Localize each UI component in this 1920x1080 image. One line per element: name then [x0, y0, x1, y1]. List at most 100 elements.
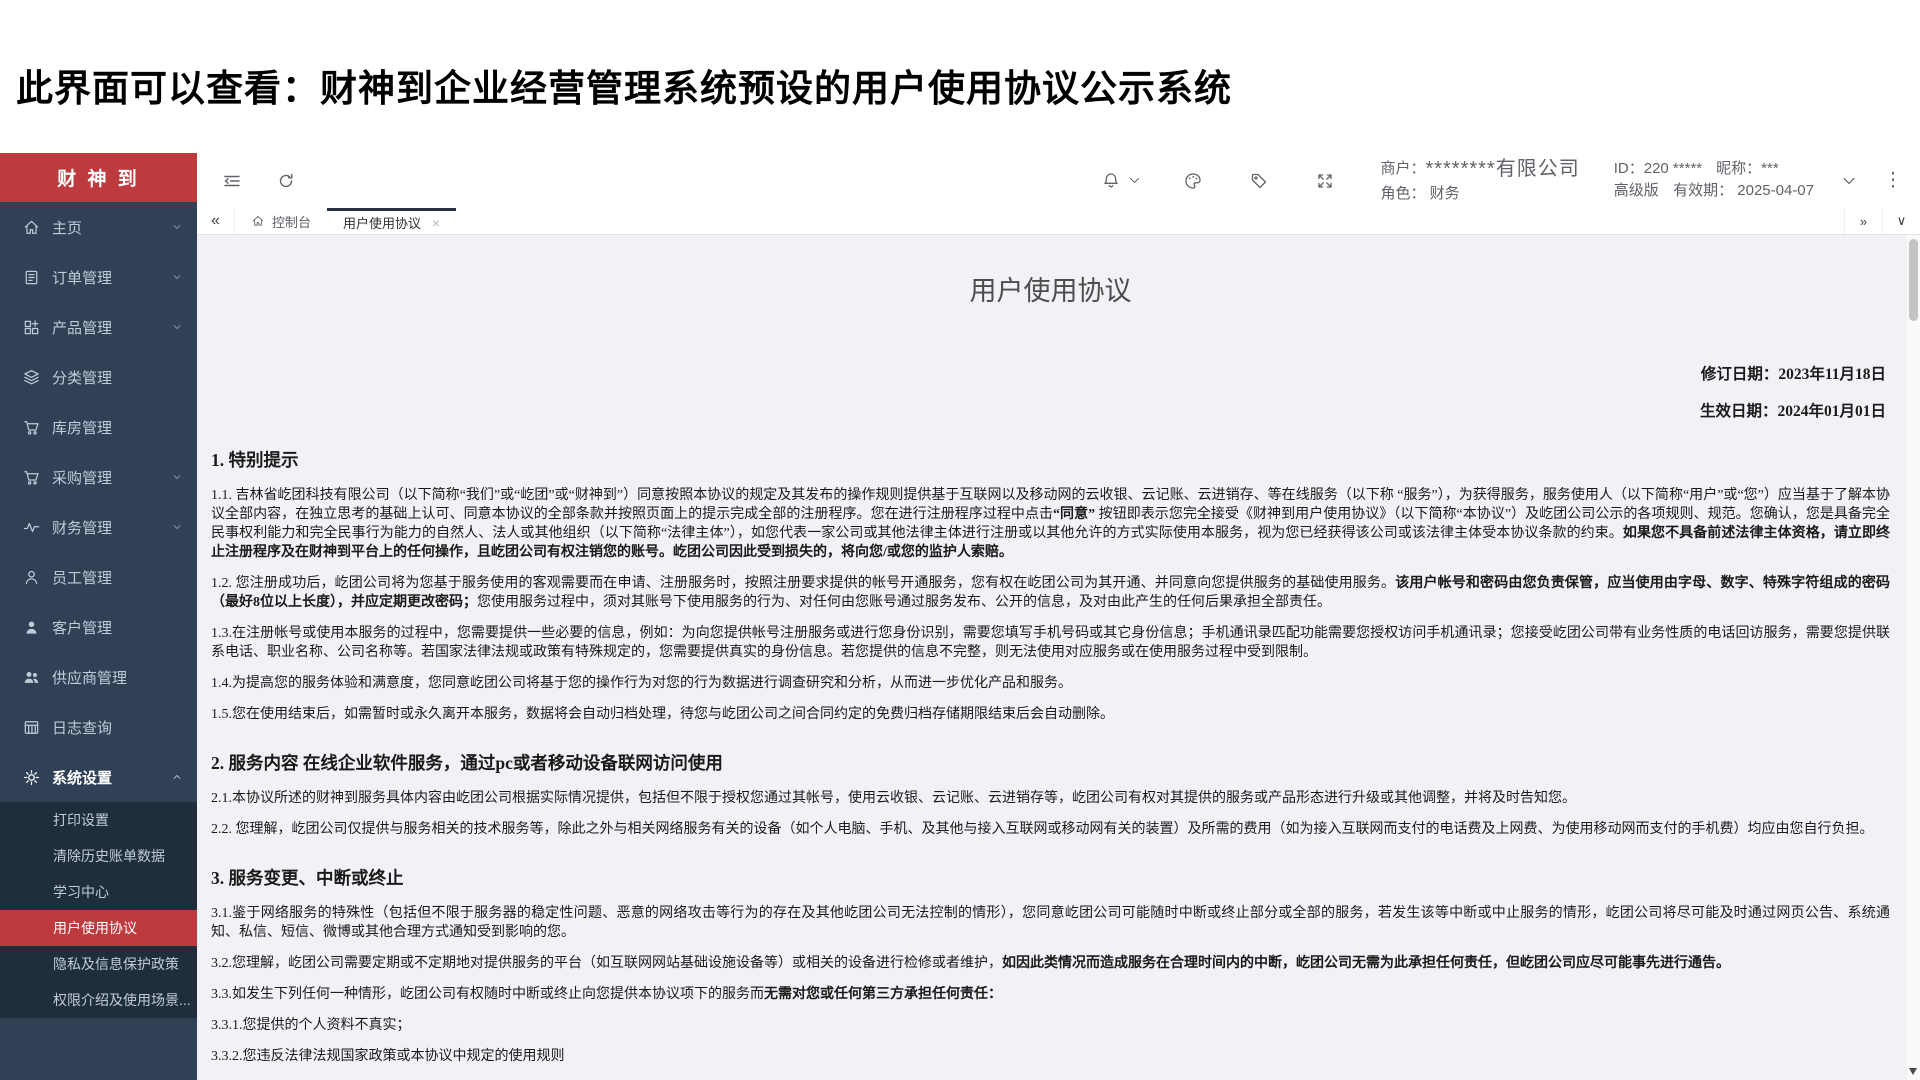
chevron-down-icon	[1126, 166, 1142, 196]
sidebar: 财 神 到 主页订单管理产品管理分类管理库房管理采购管理财务管理 员工管理客户管理…	[0, 153, 197, 1080]
effective-date: 生效日期：2024年01月01日	[1699, 403, 1886, 420]
tag-icon[interactable]	[1244, 166, 1274, 196]
toolbar-left	[217, 166, 301, 196]
page-caption: 此界面可以查看：财神到企业经营管理系统预设的用户使用协议公示系统	[16, 68, 1232, 109]
text-run: 3.3.1.您提供的个人资料不真实；	[211, 1018, 411, 1033]
settings-gear-icon	[22, 768, 52, 787]
agreement-paragraph: 1.4.为提高您的服务体验和满意度，您同意屹团公司将基于您的操作行为对您的行为数…	[211, 674, 1890, 693]
sidebar-subitem[interactable]: 打印设置	[0, 802, 197, 838]
tab-label: 控制台	[272, 214, 312, 230]
close-icon[interactable]: ×	[432, 215, 440, 231]
refresh-icon[interactable]	[271, 166, 301, 196]
app-window: 财 神 到 主页订单管理产品管理分类管理库房管理采购管理财务管理 员工管理客户管理…	[0, 153, 1920, 1080]
section-heading: 3. 服务变更、中断或终止	[211, 868, 404, 888]
role-value: 财务	[1429, 185, 1460, 203]
edition-badge: 高级版	[1613, 182, 1659, 199]
sidebar-item-label: 产品管理	[52, 319, 113, 337]
sidebar-item[interactable]: 系统设置	[0, 752, 197, 802]
sidebar-item[interactable]: 库房管理	[0, 402, 197, 452]
customer-icon	[22, 618, 52, 637]
text-run: 1.2. 您注册成功后，屹团公司将为您基于服务使用的客观需要而在申请、注册服务时…	[211, 576, 1396, 591]
text-run: 3.3.2.您违反法律法规国家政策或本协议中规定的使用规则	[211, 1049, 565, 1064]
warehouse-cart-icon	[22, 418, 52, 437]
collapse-sidebar-icon[interactable]	[217, 166, 247, 196]
text-run: 如因此类情况而造成服务在合理时间内的中断，屹团公司无需为此承担任何责任，但屹团公…	[1002, 956, 1730, 971]
chevron-down-icon	[171, 271, 183, 283]
sidebar-item[interactable]: 员工管理	[0, 552, 197, 602]
agreement-paragraph: 3.1.鉴于网络服务的特殊性（包括但不限于服务器的稳定性问题、恶意的网络攻击等行…	[211, 904, 1890, 942]
sidebar-item-label: 采购管理	[52, 469, 113, 487]
text-run: 您使用服务过程中，须对其账号下使用服务的行为、对任何由您账号通过服务发布、公开的…	[477, 595, 1331, 610]
nickname-value: ***	[1761, 160, 1779, 178]
sidebar-item-label: 分类管理	[52, 369, 113, 387]
sidebar-item[interactable]: 供应商管理	[0, 652, 197, 702]
agreement-paragraph: 1.2. 您注册成功后，屹团公司将为您基于服务使用的客观需要而在申请、注册服务时…	[211, 574, 1890, 612]
scrollbar-thumb[interactable]	[1909, 239, 1918, 321]
agreement-paragraph: 3.3.如发生下列任何一种情形，屹团公司有权随时中断或终止向您提供本协议项下的服…	[211, 985, 1890, 1004]
sidebar-item[interactable]: 日志查询	[0, 702, 197, 752]
sidebar-item-label: 日志查询	[52, 719, 113, 737]
scroll-down-icon[interactable]	[1909, 1068, 1917, 1075]
purchase-cart-icon	[22, 468, 52, 487]
tab-label: 用户使用协议	[343, 216, 422, 231]
finance-icon	[22, 518, 52, 537]
product-icon	[22, 318, 52, 337]
sidebar-item[interactable]: 订单管理	[0, 252, 197, 302]
sidebar-item[interactable]: 主页	[0, 202, 197, 252]
sidebar-item[interactable]: 财务管理	[0, 502, 197, 552]
section-heading: 1. 特别提示	[211, 450, 299, 470]
agreement-paragraph: 2.1.本协议所述的财神到服务具体内容由屹团公司根据实际情况提供，包括但不限于授…	[211, 789, 1890, 808]
sidebar-item[interactable]: 分类管理	[0, 352, 197, 402]
toolbar-right: 商户： ********有限公司 角色： 财务 ID： 220 ***** 昵称…	[1096, 157, 1904, 204]
tab-0[interactable]: 控制台	[235, 208, 327, 234]
account-info: ID： 220 ***** 昵称： *** 高级版 有效期： 2025-04-0…	[1614, 160, 1814, 201]
nickname-label: 昵称：	[1716, 160, 1762, 178]
sidebar-item-label: 客户管理	[52, 619, 113, 637]
text-run: 3.1.鉴于网络服务的特殊性（包括但不限于服务器的稳定性问题、恶意的网络攻击等行…	[211, 906, 1890, 940]
theme-palette-icon[interactable]	[1178, 166, 1208, 196]
tabs: 控制台 用户使用协议 ×	[235, 208, 457, 234]
brand-logo: 财 神 到	[0, 153, 197, 202]
sidebar-item[interactable]: 产品管理	[0, 302, 197, 352]
more-options-icon[interactable]: ⋮	[1882, 169, 1904, 192]
tabs-scroll-left-button[interactable]: «	[197, 208, 235, 234]
agreement-paragraph: 3.3.2.您违反法律法规国家政策或本协议中规定的使用规则	[211, 1047, 1890, 1066]
chevron-up-icon	[171, 771, 183, 783]
notifications-button[interactable]	[1096, 166, 1142, 196]
sidebar-subitem[interactable]: 学习中心	[0, 874, 197, 910]
sidebar-subitem[interactable]: 用户使用协议	[0, 910, 197, 946]
tabs-dropdown-button[interactable]: ∨	[1882, 208, 1920, 234]
text-run: 1.4.为提高您的服务体验和满意度，您同意屹团公司将基于您的操作行为对您的行为数…	[211, 676, 1072, 691]
text-run: 2.2. 您理解，屹团公司仅提供与服务相关的技术服务等，除此之外与相关网络服务有…	[211, 822, 1874, 837]
text-run: 3.2.您理解，屹团公司需要定期或不定期地对提供服务的平台（如互联网网站基础设施…	[211, 956, 1002, 971]
merchant-info: 商户： ********有限公司 角色： 财务	[1380, 157, 1579, 204]
sidebar-item-label: 订单管理	[52, 269, 113, 287]
account-chevron-down-icon[interactable]	[1834, 166, 1864, 196]
fullscreen-icon[interactable]	[1310, 166, 1340, 196]
chevron-down-icon	[171, 221, 183, 233]
vertical-scrollbar[interactable]	[1907, 235, 1920, 1080]
text-run: 无需对您或任何第三方承担任何责任：	[764, 987, 1002, 1002]
id-label: ID：	[1613, 160, 1644, 178]
home-icon	[22, 218, 52, 237]
sidebar-item[interactable]: 采购管理	[0, 452, 197, 502]
sidebar-item-label: 系统设置	[52, 769, 113, 787]
document-dates: 修订日期：2023年11月18日 生效日期：2024年01月01日	[211, 362, 1890, 421]
document-title: 用户使用协议	[969, 276, 1132, 306]
validity-value: 2025-04-07	[1737, 182, 1814, 199]
sidebar-subitem[interactable]: 清除历史账单数据	[0, 838, 197, 874]
merchant-value: ********有限公司	[1425, 158, 1580, 181]
document-sections: 1. 特别提示 1.1. 吉林省屹团科技有限公司（以下简称“我们”或“屹团”或“财…	[211, 447, 1890, 1066]
sidebar-subitem[interactable]: 隐私及信息保护政策	[0, 946, 197, 982]
toolbar: 商户： ********有限公司 角色： 财务 ID： 220 ***** 昵称…	[197, 153, 1920, 208]
sidebar-item[interactable]: 客户管理	[0, 602, 197, 652]
text-run: 2.1.本协议所述的财神到服务具体内容由屹团公司根据实际情况提供，包括但不限于授…	[211, 791, 1576, 806]
main-area: 商户： ********有限公司 角色： 财务 ID： 220 ***** 昵称…	[197, 153, 1920, 1080]
tabs-scroll-right-button[interactable]: »	[1844, 208, 1882, 234]
agreement-paragraph: 3.2.您理解，屹团公司需要定期或不定期地对提供服务的平台（如互联网网站基础设施…	[211, 954, 1890, 973]
tab-1[interactable]: 用户使用协议 ×	[327, 208, 457, 234]
sidebar-submenu: 打印设置 清除历史账单数据 学习中心 用户使用协议 隐私及信息保护政策 权限介绍及使用场景…	[0, 802, 197, 1018]
sidebar-subitem[interactable]: 权限介绍及使用场景...	[0, 982, 197, 1018]
text-run: “同意”	[1053, 507, 1099, 522]
text-run: 1.3.在注册帐号或使用本服务的过程中，您需要提供一些必要的信息，例如：为向您提…	[211, 626, 1890, 660]
